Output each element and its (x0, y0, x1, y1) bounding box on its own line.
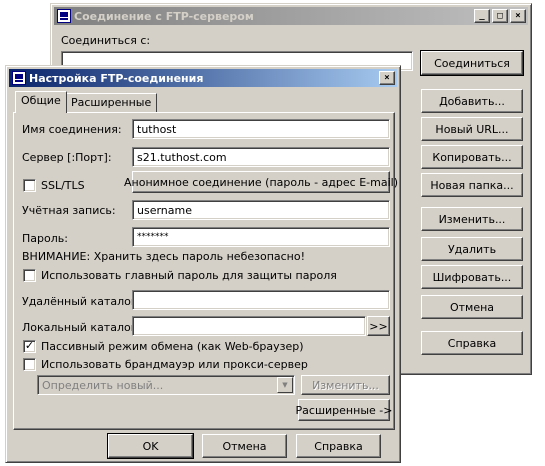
ftp-settings-dialog: Настройка FTP-соединения × Общие Расшире… (5, 65, 401, 463)
passive-mode-label: Пассивный режим обмена (как Web-браузер) (41, 340, 304, 353)
account-label: Учётная запись: (22, 204, 116, 217)
dialog-close-button[interactable]: × (379, 71, 395, 85)
master-password-checkbox[interactable] (23, 269, 36, 282)
close-button[interactable]: × (510, 9, 526, 23)
ftp-help-button[interactable]: Справка (421, 331, 523, 355)
firewall-select[interactable]: Определить новый... ▼ (37, 375, 295, 395)
tab-advanced[interactable]: Расширенные (65, 93, 158, 113)
minimize-button[interactable]: _ (474, 9, 490, 23)
firewall-select-value: Определить новый... (42, 379, 164, 392)
account-input[interactable]: username (132, 200, 390, 220)
maximize-button[interactable]: □ (492, 9, 508, 23)
firewall-checkbox[interactable] (23, 358, 36, 371)
ssl-label: SSL/TLS (41, 179, 85, 192)
ftp-cancel-button[interactable]: Отмена (421, 295, 523, 319)
connect-to-label: Соединиться с: (61, 34, 151, 47)
ssl-checkbox[interactable] (23, 179, 36, 192)
remote-dir-input[interactable] (132, 290, 390, 310)
firewall-label: Использовать брандмауэр или прокси-серве… (41, 358, 308, 371)
delete-button[interactable]: Удалить (421, 237, 523, 261)
ftp-window-titlebar: Соединение с FTP-сервером _ □ × (54, 7, 528, 25)
dialog-title: Настройка FTP-соединения (29, 71, 204, 85)
master-password-label: Использовать главный пароль для защиты п… (41, 269, 337, 282)
connection-name-label: Имя соединения: (22, 123, 122, 136)
dialog-cancel-button[interactable]: Отмена (202, 434, 287, 458)
advanced-settings-button[interactable]: Расширенные -> (296, 399, 392, 421)
password-input[interactable]: ******* (132, 227, 390, 247)
new-url-button[interactable]: Новый URL... (421, 117, 523, 141)
chevron-down-icon[interactable]: ▼ (277, 377, 293, 393)
local-dir-label: Локальный каталог: (22, 321, 141, 334)
general-tab-panel: Имя соединения: tuthost Сервер [:Порт]: … (13, 112, 398, 430)
server-label: Сервер [:Порт]: (22, 151, 112, 164)
local-dir-input[interactable] (132, 316, 366, 336)
app-icon (12, 71, 26, 85)
browse-local-dir-button[interactable]: >> (367, 316, 390, 336)
connect-button[interactable]: Соединиться (420, 50, 524, 76)
dialog-help-button[interactable]: Справка (296, 434, 381, 458)
password-label: Пароль: (22, 232, 68, 245)
firewall-edit-button[interactable]: Изменить... (301, 375, 390, 395)
server-input[interactable]: s21.tuthost.com (132, 147, 390, 167)
edit-button[interactable]: Изменить... (421, 207, 523, 231)
dialog-titlebar: Настройка FTP-соединения × (9, 69, 397, 87)
ok-button[interactable]: OK (107, 433, 194, 459)
passive-mode-checkbox[interactable]: ✓ (23, 340, 36, 353)
tab-general-label: Общие (21, 94, 61, 107)
tab-general[interactable]: Общие (15, 91, 67, 113)
tab-advanced-label: Расширенные (71, 96, 152, 109)
app-icon (57, 9, 71, 23)
ftp-window-title: Соединение с FTP-сервером (74, 9, 254, 23)
add-button[interactable]: Добавить... (421, 89, 523, 113)
encrypt-button[interactable]: Шифровать... (421, 265, 523, 289)
connection-name-input[interactable]: tuthost (132, 119, 390, 139)
password-warning: ВНИМАНИЕ: Хранить здесь пароль небезопас… (22, 250, 306, 263)
anonymous-connection-button[interactable]: Анонимное соединение (пароль - адрес E-m… (124, 171, 398, 193)
copy-button[interactable]: Копировать... (421, 145, 523, 169)
remote-dir-label: Удалённый каталог: (22, 295, 141, 308)
new-folder-button[interactable]: Новая папка... (421, 173, 523, 197)
